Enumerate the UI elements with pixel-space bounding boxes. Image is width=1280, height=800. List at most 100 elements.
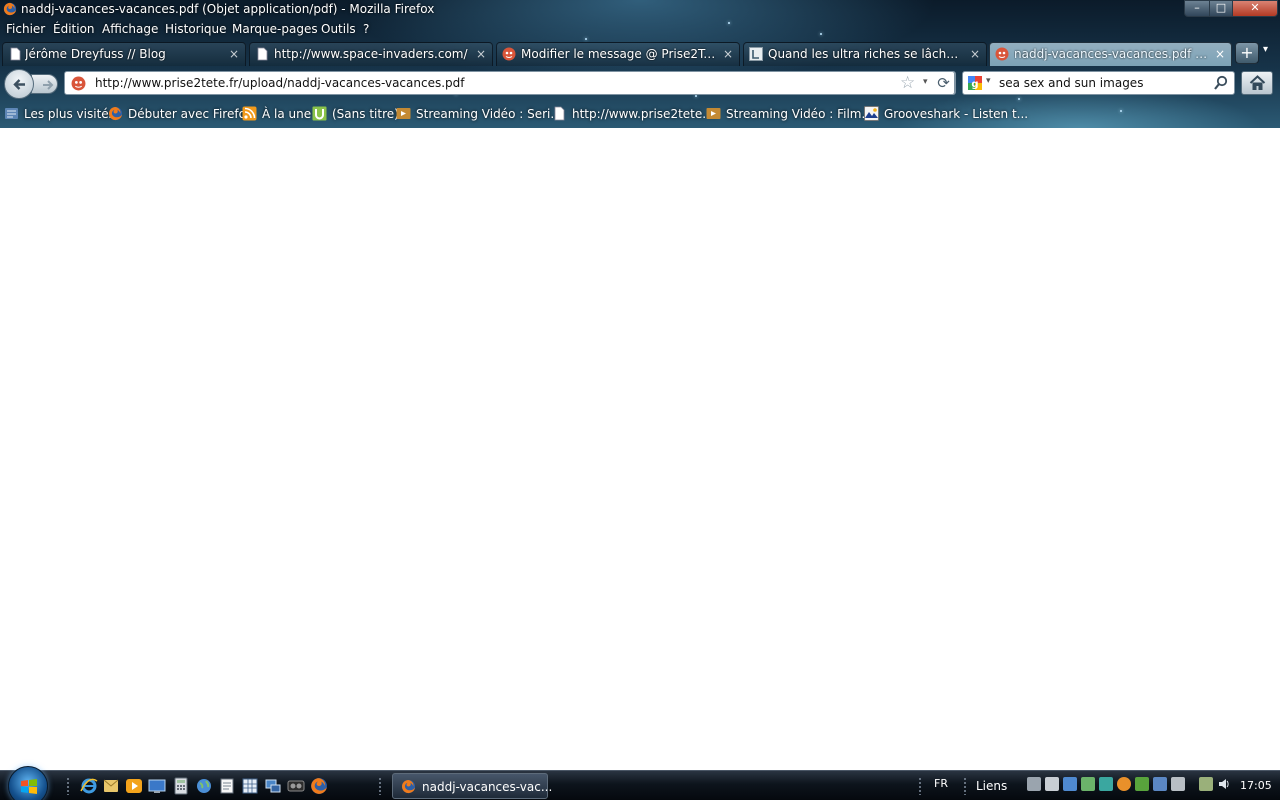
menu-affichage[interactable]: Affichage [102,22,158,36]
tray-antivirus-icon[interactable] [1117,777,1131,791]
forward-arrow-icon [43,80,54,90]
page-icon [257,47,268,61]
bookmark-label: À la une [262,107,312,121]
home-button[interactable] [1241,71,1273,95]
tab-jerome-dreyfuss[interactable]: Jérôme Dreyfuss // Blog × [2,42,246,66]
home-icon [1249,75,1266,90]
windows-logo-icon [21,779,37,794]
green-u-icon [312,106,327,121]
tray-network-icon[interactable] [1153,777,1167,791]
tray-device-icon[interactable] [1045,777,1059,791]
bookmarks-toolbar: Les plus visités Débuter avec Firefox À … [0,103,1280,125]
list-all-tabs-button[interactable]: ▾ [1263,44,1268,55]
firefox-icon [108,106,123,121]
outlook-express-icon[interactable] [102,777,120,795]
bookmark-star-icon[interactable]: ☆ [900,74,918,92]
volume-icon[interactable] [1217,777,1231,791]
show-desktop-icon[interactable] [148,777,166,795]
reload-button[interactable]: ⟳ [933,71,955,95]
url-history-dropdown-icon[interactable]: ▾ [923,77,928,87]
menu-historique[interactable]: Historique [165,22,227,36]
tray-keyboard-icon[interactable] [1027,777,1041,791]
taskbar-firefox-window[interactable]: naddj-vacances-vac... [392,773,552,799]
bookmark-label: Streaming Vidéo : Film... [726,107,873,121]
firefox-icon [3,2,17,16]
forward-button[interactable] [31,74,58,94]
bookmark-label: Grooveshark - Listen t... [884,107,1029,121]
maximize-button[interactable]: □ [1209,0,1233,17]
page-icon [10,47,21,61]
page-icon [554,106,565,121]
menu-bar: Fichier Édition Affichage Historique Mar… [0,20,1280,40]
bookmark-label: (Sans titre) [332,107,399,121]
navigation-toolbar: ☆ ▾ ⟳ g ▾ [0,67,1280,100]
close-window-button[interactable]: ✕ [1232,0,1278,17]
links-toolbar-label[interactable]: Liens [976,779,1007,793]
search-input[interactable] [999,75,1209,91]
menu-edition[interactable]: Édition [53,22,95,36]
spreadsheet-icon[interactable] [241,777,259,795]
new-tab-button[interactable]: + [1235,42,1259,64]
media-player-icon[interactable] [125,777,143,795]
tray-security-icon[interactable] [1099,777,1113,791]
tab-close-icon[interactable]: × [721,47,735,61]
menu-outils[interactable]: Outils [321,22,356,36]
menu-marque-pages[interactable]: Marque-pages [232,22,318,36]
network-icon[interactable] [264,777,282,795]
prise2tete-icon [995,47,1009,61]
window-title: naddj-vacances-vacances.pdf (Objet appli… [21,2,435,16]
search-bar[interactable]: g ▾ [962,71,1235,95]
tray-app-icon[interactable] [1135,777,1149,791]
firefox-icon [401,779,416,794]
tab-space-invaders[interactable]: http://www.space-invaders.com/ × [249,42,493,66]
calculator-icon[interactable] [172,777,190,795]
tab-close-icon[interactable]: × [474,47,488,61]
tray-printer-icon[interactable] [1171,777,1185,791]
prise2tete-icon [71,76,86,91]
system-clock[interactable]: 17:05 [1240,779,1272,792]
tab-close-icon[interactable]: × [227,47,241,61]
start-button[interactable] [8,766,48,800]
taskbar-window-label: naddj-vacances-vac... [422,780,553,794]
url-bar[interactable]: ☆ ▾ [64,71,956,95]
language-indicator[interactable]: FR [934,777,948,790]
prise2tete-icon [502,47,516,61]
tab-label: http://www.space-invaders.com/ [274,47,468,61]
tray-battery-icon[interactable] [1199,777,1213,791]
streaming-icon [706,108,721,119]
media-center-icon[interactable] [287,777,305,795]
tab-close-icon[interactable]: × [1213,47,1227,61]
streaming-icon [396,108,411,119]
tab-close-icon[interactable]: × [968,47,982,61]
page-content-area[interactable] [0,128,1280,770]
search-icon[interactable] [1213,75,1229,91]
tab-modifier-message[interactable]: Modifier le message @ Prise2Tete × [496,42,740,66]
menu-help[interactable]: ? [363,22,369,36]
bookmark-label: Les plus visités [24,107,115,121]
notepad-icon[interactable] [218,777,236,795]
toolbar-grip[interactable] [66,777,70,795]
menu-fichier[interactable]: Fichier [6,22,45,36]
toolbar-grip[interactable] [378,777,382,795]
url-input[interactable] [95,75,895,91]
bookmark-label: Débuter avec Firefox [128,107,253,121]
toolbar-grip[interactable] [918,777,922,795]
tab-naddj-pdf[interactable]: naddj-vacances-vacances.pdf (Objet... × [989,42,1232,66]
title-bar: naddj-vacances-vacances.pdf (Objet appli… [0,0,1280,19]
toolbar-grip[interactable] [963,777,967,795]
bookmark-label: http://www.prise2tete.... [572,107,718,121]
back-button[interactable] [4,69,34,99]
minimize-button[interactable]: – [1184,0,1210,17]
tab-ultra-riches[interactable]: Quand les ultra riches se lâchent... : .… [743,42,987,66]
tab-label: Jérôme Dreyfuss // Blog [25,47,166,61]
tray-monitor-icon[interactable] [1063,777,1077,791]
firefox-icon[interactable] [310,777,328,795]
grooveshark-icon [864,106,879,121]
back-forward-group [4,69,58,99]
tab-label: Modifier le message @ Prise2Tete [521,47,717,61]
globe-icon[interactable] [195,777,213,795]
tray-update-icon[interactable] [1081,777,1095,791]
back-arrow-icon [13,79,25,90]
internet-explorer-icon[interactable] [80,777,98,795]
search-engine-dropdown-icon[interactable]: ▾ [986,76,991,86]
